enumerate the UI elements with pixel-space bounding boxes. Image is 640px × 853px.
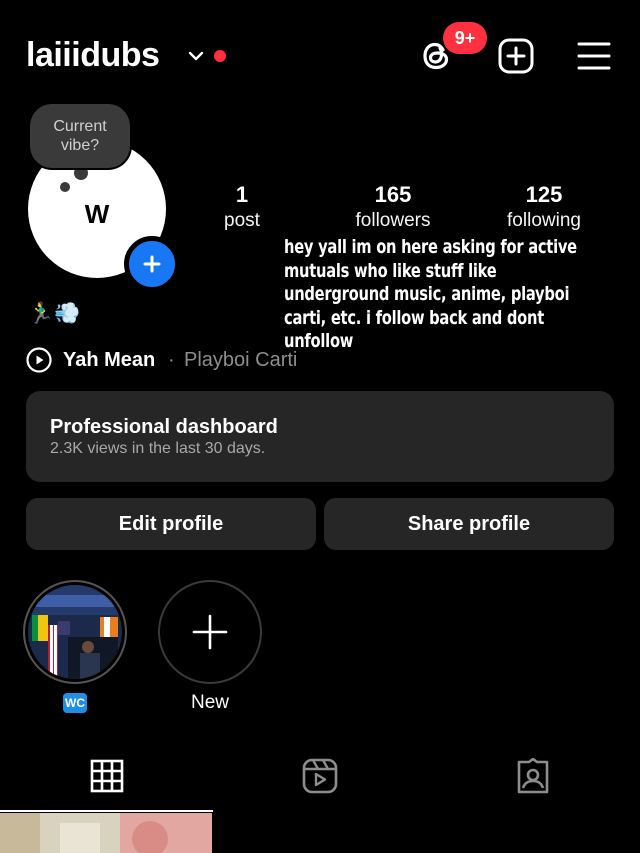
profile-music-artist[interactable]: Playboi Carti — [184, 349, 297, 372]
current-vibe-note[interactable]: Current vibe? — [30, 104, 130, 168]
posts-label: post — [224, 210, 260, 231]
grid-icon — [90, 759, 124, 793]
reels-icon — [302, 758, 338, 794]
new-highlight-label: New — [190, 692, 229, 713]
hamburger-menu-icon — [577, 42, 611, 70]
vibe-prompt-line: vibe? — [60, 137, 100, 154]
edit-profile-button[interactable]: Edit profile — [26, 498, 316, 550]
dashboard-subtitle: 2.3K views in the last 30 days. — [50, 440, 266, 457]
tab-tagged[interactable] — [511, 754, 555, 798]
create-post-button[interactable] — [494, 34, 538, 78]
chevron-down-icon[interactable] — [186, 46, 206, 66]
menu-button[interactable] — [572, 34, 616, 78]
plus-square-icon — [498, 38, 534, 74]
vibe-bubble-dot — [60, 182, 70, 192]
highlight-cover-image — [28, 585, 122, 679]
active-tab-indicator — [0, 810, 213, 812]
music-separator: · — [168, 349, 175, 371]
bio-line: hey yall im on here asking for active — [284, 236, 577, 258]
bio-emojis: 🏃‍♂️💨 — [28, 302, 81, 325]
story-highlight[interactable] — [23, 580, 127, 684]
posts-count[interactable]: 1 post — [182, 182, 302, 234]
share-profile-button[interactable]: Share profile — [324, 498, 614, 550]
account-alert-dot — [214, 50, 226, 62]
vibe-prompt-line: Current — [53, 118, 107, 135]
notification-badge: 9+ — [443, 22, 487, 54]
post-thumbnail[interactable] — [0, 813, 212, 853]
profile-music-title[interactable]: Yah Mean — [63, 349, 155, 372]
add-story-button[interactable] — [124, 236, 180, 292]
bio-line: unfollow — [284, 330, 354, 353]
bio-line: mutuals who like stuff like — [284, 259, 497, 282]
followers-label: followers — [355, 210, 431, 231]
tab-reels[interactable] — [298, 754, 342, 798]
bio-line: carti, etc. i follow back and dont — [284, 306, 544, 329]
following-count[interactable]: 125 following — [484, 182, 604, 234]
play-circle-icon[interactable] — [26, 347, 52, 373]
avatar-letter: W — [84, 198, 110, 229]
following-value: 125 — [525, 182, 563, 207]
followers-count[interactable]: 165 followers — [333, 182, 453, 234]
vibe-bubble-dot — [74, 166, 88, 180]
tab-posts-grid[interactable] — [85, 754, 129, 798]
posts-value: 1 — [235, 182, 249, 207]
bio-line: underground music, anime, playboi — [284, 283, 570, 306]
dashboard-title: Professional dashboard — [50, 416, 278, 438]
highlight-label-wc: WC — [63, 693, 87, 713]
tagged-icon — [517, 758, 549, 794]
following-label: following — [507, 210, 581, 231]
followers-value: 165 — [374, 182, 412, 207]
plus-icon — [143, 255, 161, 273]
plus-icon — [192, 614, 228, 650]
new-highlight-button[interactable] — [158, 580, 262, 684]
bio-overlay-text: hey yall im on here asking for active mu… — [284, 236, 611, 354]
profile-username[interactable]: laiiidubs — [26, 36, 160, 75]
